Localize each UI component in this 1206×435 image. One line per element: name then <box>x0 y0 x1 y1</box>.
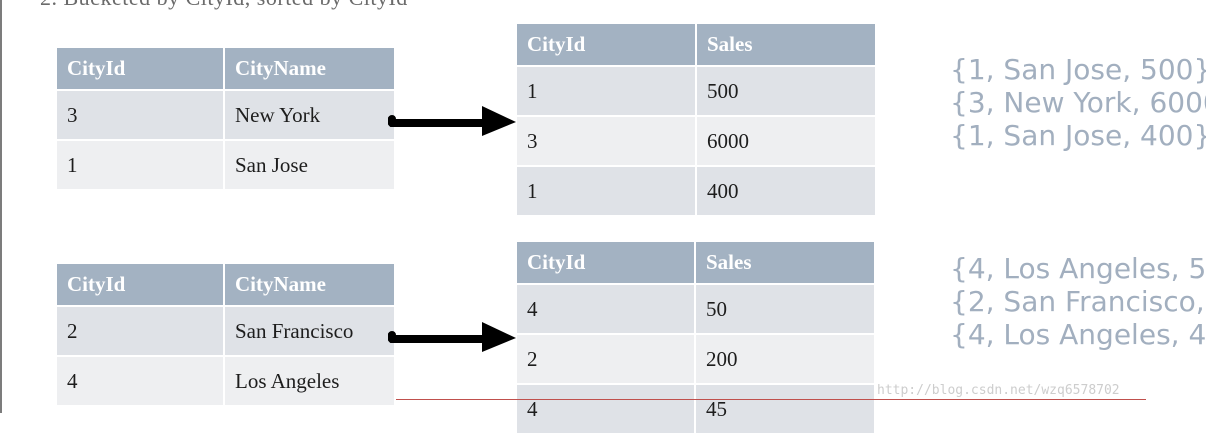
table-row: 4 50 <box>517 285 874 335</box>
cell-cityid: 2 <box>517 335 696 385</box>
tuple-line: {3, New York, 6000} <box>950 86 1206 119</box>
cell-sales: 6000 <box>697 117 875 167</box>
tuple-line: {4, Los Angeles, 45} <box>950 318 1206 351</box>
table-row: 1 San Jose <box>57 141 394 191</box>
city-table-bucket-1: CityId CityName 3 New York 1 San Jose <box>57 48 394 191</box>
table-row: 3 New York <box>57 91 394 141</box>
tuple-line: {4, Los Angeles, 50} <box>950 252 1206 285</box>
table-row: 1 400 <box>517 167 875 217</box>
city-table-bucket-2: CityId CityName 2 San Francisco 4 Los An… <box>57 264 394 407</box>
tuple-line: {1, San Jose, 500} <box>950 53 1206 86</box>
column-header-cityid: CityId <box>517 242 696 285</box>
table-header-row: CityId CityName <box>57 48 394 91</box>
slide-left-border <box>0 0 2 413</box>
cell-cityname: San Francisco <box>225 307 394 357</box>
cell-cityid: 2 <box>57 307 225 357</box>
cell-sales: 500 <box>697 67 875 117</box>
table-header-row: CityId CityName <box>57 264 394 307</box>
sales-table-bucket-1: CityId Sales 1 500 3 6000 1 400 <box>517 24 875 217</box>
arrow-right-icon <box>388 322 516 352</box>
column-header-sales: Sales <box>696 242 874 285</box>
watermark-url: http://blog.csdn.net/wzq6578702 <box>877 383 1120 398</box>
sales-table-bucket-2: CityId Sales 4 50 2 200 4 45 <box>517 242 874 435</box>
cell-cityname: New York <box>225 91 394 141</box>
table-header-row: CityId Sales <box>517 24 875 67</box>
cell-sales: 200 <box>696 335 874 385</box>
column-header-cityname: CityName <box>225 264 394 307</box>
table-row: 1 500 <box>517 67 875 117</box>
cell-cityid: 4 <box>517 385 696 435</box>
cell-cityid: 1 <box>57 141 225 191</box>
cell-cityid: 1 <box>517 167 697 217</box>
slide-heading: 2. Bucketed by CityId, sorted by CityId <box>40 0 408 11</box>
cell-cityid: 3 <box>57 91 225 141</box>
table-row: 4 45 <box>517 385 874 435</box>
tuple-line: {2, San Francisco, 200} <box>950 285 1206 318</box>
cell-cityname: Los Angeles <box>225 357 394 407</box>
table-row: 4 Los Angeles <box>57 357 394 407</box>
cell-sales: 45 <box>696 385 874 435</box>
arrow-right-icon <box>388 106 516 136</box>
cell-cityid: 1 <box>517 67 697 117</box>
column-header-cityname: CityName <box>225 48 394 91</box>
table-row: 2 200 <box>517 335 874 385</box>
table-row: 2 San Francisco <box>57 307 394 357</box>
joined-tuples-bucket-1: {1, San Jose, 500} {3, New York, 6000} {… <box>950 53 1206 152</box>
column-header-cityid: CityId <box>57 264 225 307</box>
joined-tuples-bucket-2: {4, Los Angeles, 50} {2, San Francisco, … <box>950 252 1206 351</box>
column-header-cityid: CityId <box>57 48 225 91</box>
cell-cityid: 4 <box>57 357 225 407</box>
tuple-line: {1, San Jose, 400} <box>950 119 1206 152</box>
cell-sales: 50 <box>696 285 874 335</box>
cell-cityid: 3 <box>517 117 697 167</box>
table-header-row: CityId Sales <box>517 242 874 285</box>
underline-divider <box>396 399 1146 400</box>
cell-sales: 400 <box>697 167 875 217</box>
column-header-sales: Sales <box>697 24 875 67</box>
column-header-cityid: CityId <box>517 24 697 67</box>
cell-cityname: San Jose <box>225 141 394 191</box>
cell-cityid: 4 <box>517 285 696 335</box>
table-row: 3 6000 <box>517 117 875 167</box>
